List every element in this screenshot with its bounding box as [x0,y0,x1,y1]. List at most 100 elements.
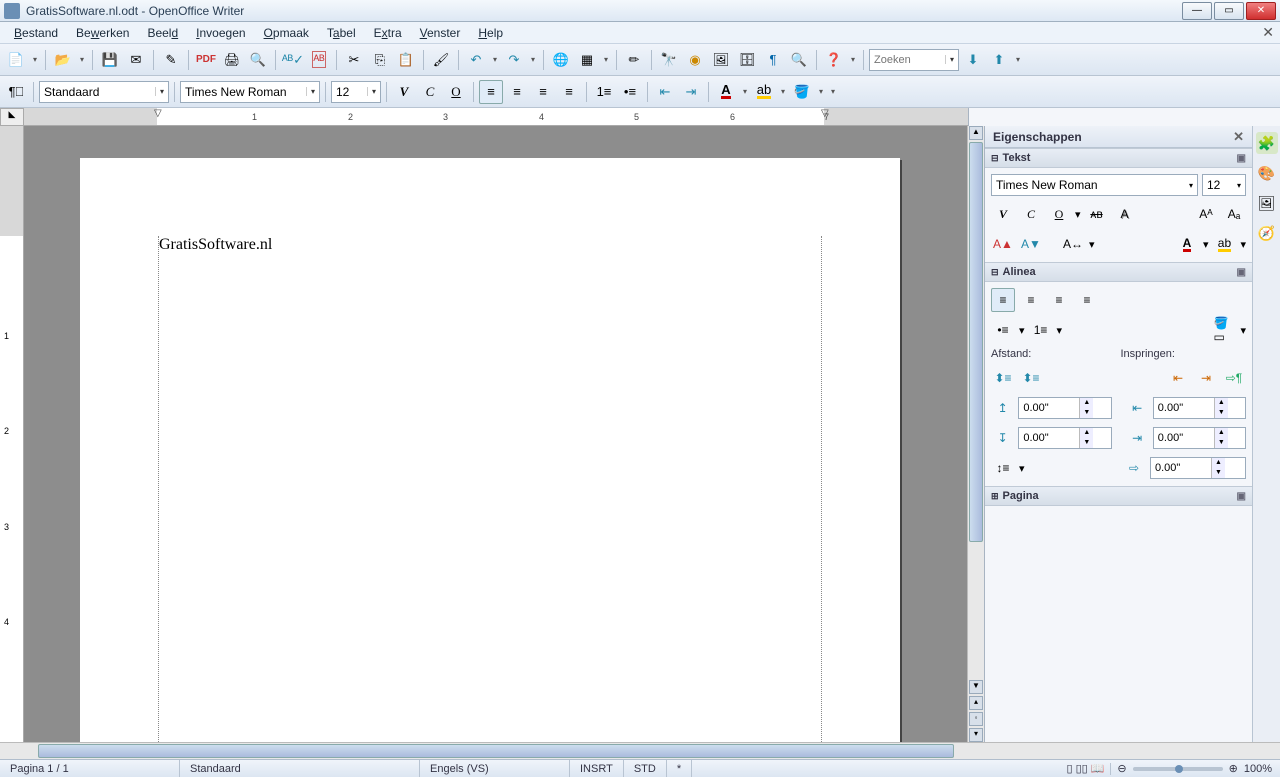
spellcheck-button[interactable]: ᴬᴮ✓ [281,48,305,72]
sb-align-right[interactable]: ≡ [1047,288,1071,312]
sb-font-color-button[interactable]: A [1175,232,1199,256]
sb-space-above-input[interactable]: ▲▼ [1018,397,1111,419]
vertical-ruler[interactable]: 1 2 3 4 [0,126,24,742]
status-selection[interactable]: STD [624,760,667,777]
save-button[interactable]: 💾 [98,48,122,72]
menu-extra[interactable]: Extra [366,24,410,42]
panel-alinea-more-icon[interactable]: ▣ [1237,267,1246,278]
sb-super-button[interactable]: Aᴬ [1194,202,1218,226]
highlight-button[interactable]: ab [752,80,776,104]
sb-align-left[interactable]: ≡ [991,288,1015,312]
edit-mode-button[interactable]: ✎ [159,48,183,72]
help-button[interactable]: ❓ [822,48,846,72]
underline-button[interactable]: O [444,80,468,104]
find-button[interactable]: 🔭 [657,48,681,72]
styles-window-button[interactable]: ¶⎕ [4,80,28,104]
scroll-thumb[interactable] [969,142,983,542]
nav-next-button[interactable]: ▾ [969,728,983,742]
menu-help[interactable]: Help [470,24,511,42]
sb-sub-button[interactable]: Aₐ [1222,202,1246,226]
vertical-scrollbar[interactable]: ▲ ▼ ▴ ◦ ▾ [967,126,984,742]
align-left-button[interactable]: ≡ [479,80,503,104]
sb-spacing-button[interactable]: A↔ [1061,232,1085,256]
align-right-button[interactable]: ≡ [531,80,555,104]
sb-line-spacing-dropdown[interactable]: ▾ [1019,462,1025,475]
autospell-button[interactable]: ᴬᴮ [307,48,331,72]
menu-bestand[interactable]: Bestand [6,24,66,42]
zoom-out-button[interactable]: ⊖ [1117,762,1126,775]
redo-button[interactable]: ↷ [502,48,526,72]
close-button[interactable]: ✕ [1246,2,1276,20]
sb-highlight-dropdown[interactable]: ▾ [1240,238,1246,251]
italic-button[interactable]: C [418,80,442,104]
close-document-button[interactable]: ✕ [1262,24,1274,41]
increase-indent-button[interactable]: ⇥ [679,80,703,104]
format-paintbrush-button[interactable]: 🖌 [429,48,453,72]
zoom-button[interactable]: 🔍 [787,48,811,72]
sb-shadow-button[interactable]: A [1113,202,1137,226]
menu-tabel[interactable]: Tabel [319,24,364,42]
deck-styles-icon[interactable]: 🎨 [1256,162,1278,184]
status-style[interactable]: Standaard [180,760,420,777]
undo-dropdown[interactable]: ▾ [490,55,500,64]
sb-font-combo[interactable]: Times New Roman▾ [991,174,1198,196]
table-dropdown[interactable]: ▾ [601,55,611,64]
scroll-up-button[interactable]: ▲ [969,126,983,140]
sb-align-center[interactable]: ≡ [1019,288,1043,312]
panel-tekst-header[interactable]: ⊟Tekst▣ [985,148,1252,168]
document-text[interactable]: GratisSoftware.nl [159,236,272,254]
status-page[interactable]: Pagina 1 / 1 [0,760,180,777]
sb-bold-button[interactable]: V [991,202,1015,226]
sb-italic-button[interactable]: C [1019,202,1043,226]
paste-button[interactable]: 📋 [394,48,418,72]
bg-color-dropdown[interactable]: ▾ [816,87,826,96]
font-size-combo[interactable]: 12▾ [331,81,381,103]
numbered-list-button[interactable]: 1≡ [592,80,616,104]
status-language[interactable]: Engels (VS) [420,760,570,777]
sb-dec-spacing-button[interactable]: ⬍≡ [1019,366,1043,390]
undo-button[interactable]: ↶ [464,48,488,72]
font-name-combo[interactable]: Times New Roman▾ [180,81,320,103]
sb-highlight-button[interactable]: ab [1212,232,1236,256]
sb-hanging-indent-button[interactable]: ⇨¶ [1222,366,1246,390]
sb-underline-dropdown[interactable]: ▾ [1075,208,1081,221]
deck-properties-icon[interactable]: 🧩 [1256,132,1278,154]
menu-beeld[interactable]: Beeld [139,24,186,42]
status-modified[interactable]: * [667,760,692,777]
horizontal-scrollbar[interactable] [0,742,1280,759]
font-color-dropdown[interactable]: ▾ [740,87,750,96]
open-dropdown[interactable]: ▾ [77,55,87,64]
sb-para-bg-button[interactable]: 🪣▭ [1212,318,1236,342]
gallery-button[interactable]: 🖼 [709,48,733,72]
scroll-down-button[interactable]: ▼ [969,680,983,694]
sb-space-below-input[interactable]: ▲▼ [1018,427,1111,449]
panel-pagina-header[interactable]: ⊞Pagina▣ [985,486,1252,506]
sb-inc-indent-button[interactable]: ⇥ [1194,366,1218,390]
hscroll-thumb[interactable] [38,744,954,758]
panel-tekst-more-icon[interactable]: ▣ [1237,153,1246,164]
print-preview-button[interactable]: 🔍 [246,48,270,72]
help-dropdown[interactable]: ▾ [848,55,858,64]
zoom-slider[interactable] [1133,767,1223,771]
align-center-button[interactable]: ≡ [505,80,529,104]
sb-para-bg-dropdown[interactable]: ▾ [1240,324,1246,337]
nonprinting-button[interactable]: ¶ [761,48,785,72]
sidebar-close-button[interactable]: ✕ [1233,129,1244,145]
new-button[interactable]: 📄 [4,48,28,72]
sb-indent-right-input[interactable]: ▲▼ [1153,427,1246,449]
datasources-button[interactable]: 🗄 [735,48,759,72]
deck-gallery-icon[interactable]: 🖼 [1256,192,1278,214]
decrease-indent-button[interactable]: ⇤ [653,80,677,104]
sb-dec-indent-button[interactable]: ⇤ [1166,366,1190,390]
sb-indent-first-input[interactable]: ▲▼ [1150,457,1246,479]
zoom-in-button[interactable]: ⊕ [1229,762,1238,775]
horizontal-ruler[interactable]: ▽ ▽ 1 2 3 4 5 6 7 [24,108,968,126]
sb-numbering-dropdown[interactable]: ▾ [1057,324,1063,337]
sb-spacing-dropdown[interactable]: ▾ [1089,238,1095,251]
sb-line-spacing-button[interactable]: ↕≡ [991,456,1015,480]
zoom-value[interactable]: 100% [1244,763,1272,775]
highlight-dropdown[interactable]: ▾ [778,87,788,96]
sb-inc-spacing-button[interactable]: ⬍≡ [991,366,1015,390]
search-input[interactable] [874,54,934,66]
panel-pagina-more-icon[interactable]: ▣ [1237,491,1246,502]
